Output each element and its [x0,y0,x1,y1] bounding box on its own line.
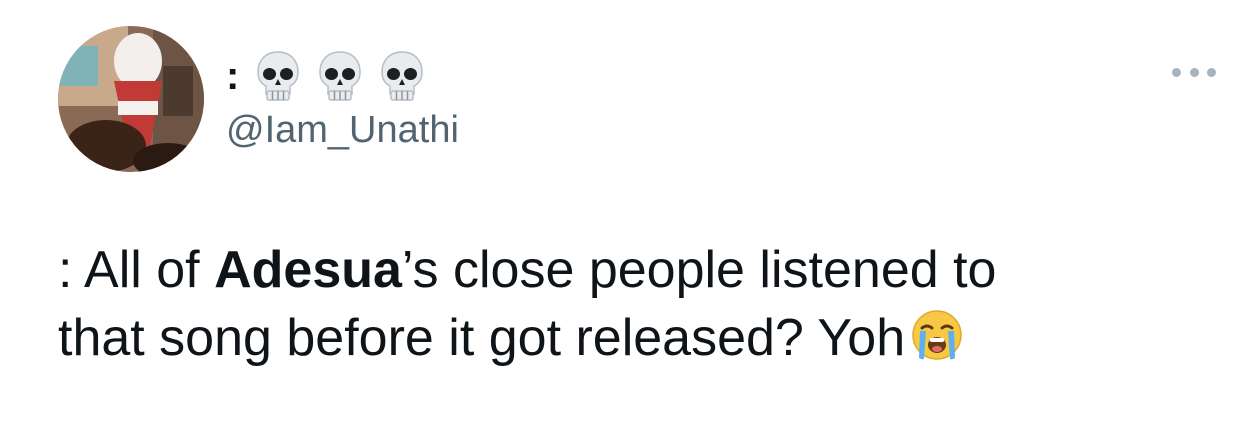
more-dot [1189,67,1199,77]
more-dot [1172,67,1181,77]
tweet-text: : All of Adesua’s close people listened … [58,236,1218,372]
avatar-photo-icon [58,26,204,172]
loudly-crying-face-emoji-icon [912,310,962,360]
avatar[interactable] [58,26,204,172]
user-handle[interactable]: @Iam_Unathi [226,108,459,152]
skull-emoji-icon [319,51,362,101]
display-name[interactable]: : [226,48,425,104]
skull-emoji-icon [257,51,300,101]
tweet-text-suffix: ’s close people listened to [401,241,997,299]
skull-emoji-icon [381,51,424,101]
tweet-text-line-1: : All of Adesua’s close people listened … [58,236,1218,304]
tweet-text-line-2-text: that song before it got released? Yoh [58,309,906,367]
more-horizontal-icon[interactable] [1172,62,1216,82]
display-name-prefix: : [226,54,240,98]
tweet-text-line-2: that song before it got released? Yoh [58,304,1218,372]
tweet-text-bold-word: Adesua [214,241,402,299]
more-dot [1207,67,1216,77]
tweet-text-prefix: : All of [58,241,215,299]
